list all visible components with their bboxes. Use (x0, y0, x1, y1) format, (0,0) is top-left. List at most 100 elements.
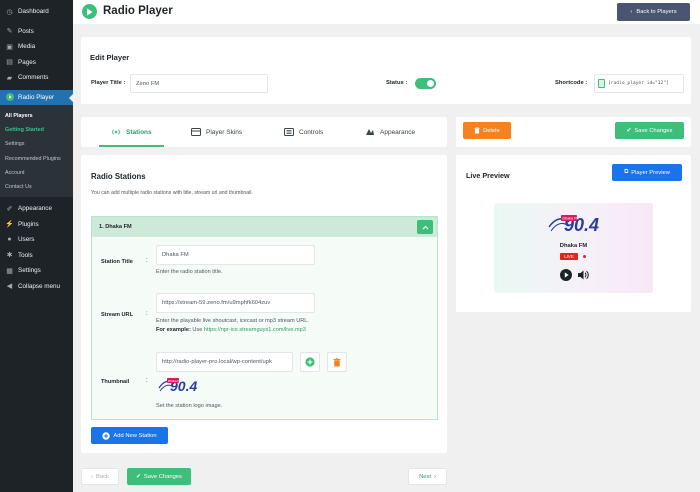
sidebar-item-posts[interactable]: ✎ Posts (0, 24, 73, 40)
comments-icon: ▰ (6, 74, 13, 82)
player-preview: 90.4 Dhaka FM Dhaka FM LIVE (494, 203, 653, 293)
colon: : (146, 258, 148, 264)
submenu-all-players[interactable]: All Players (0, 109, 73, 123)
settings-icon: ▦ (6, 267, 13, 275)
back-to-players-button[interactable]: ‹ Back to Players (617, 3, 690, 21)
live-badge: LIVE (560, 253, 578, 260)
stream-url-help: Enter the playable live shoutcast, iceca… (156, 318, 309, 324)
chevron-right-icon: › (433, 473, 436, 480)
chevron-left-icon: ‹ (630, 9, 633, 15)
sidebar-item-tools[interactable]: ✱ Tools (0, 248, 73, 264)
chevron-up-icon (422, 225, 428, 229)
sidebar-item-media[interactable]: ▣ Media (0, 39, 73, 55)
player-skins-icon (191, 128, 201, 136)
shortcode-field[interactable]: [radio_player id="12"] (594, 74, 684, 93)
play-icon (564, 272, 569, 278)
stream-url-example: For example: Use https://npr-ice.streamg… (156, 327, 306, 333)
check-icon: ✔ (626, 127, 632, 134)
volume-icon[interactable] (577, 269, 589, 281)
sidebar-item-dashboard[interactable]: ◷ Dashboard (0, 4, 73, 20)
submenu-settings[interactable]: Settings (0, 137, 73, 151)
copy-icon[interactable] (598, 79, 605, 88)
live-dot-icon (583, 255, 586, 258)
wrench-icon: ✱ (6, 252, 13, 260)
thumbnail-url-input[interactable]: http://radio-player-pro.local/wp-content… (156, 352, 293, 372)
edit-player-card: Edit Player Player Title : Zeno FM Statu… (81, 37, 691, 104)
tab-appearance[interactable]: Appearance (365, 117, 415, 147)
appearance-icon (366, 129, 374, 135)
sidebar-item-pages[interactable]: ▤ Pages (0, 55, 73, 71)
player-title-input[interactable]: Zeno FM (130, 74, 268, 93)
sidebar-item-appearance[interactable]: ✐ Appearance (0, 201, 73, 217)
status-toggle[interactable] (415, 78, 436, 89)
edit-player-heading: Edit Player (90, 53, 130, 62)
controls-icon (284, 128, 294, 136)
plugin-icon: ⚡ (5, 221, 14, 229)
station-logo: 90.4 Dhaka FM (546, 212, 602, 238)
sidebar-item-settings[interactable]: ▦ Settings (0, 263, 73, 279)
sidebar-item-comments[interactable]: ▰ Comments (0, 70, 73, 86)
sidebar-item-radio-player[interactable]: Radio Player (0, 89, 73, 105)
radio-player-submenu: All Players Getting Started Settings Rec… (0, 105, 73, 198)
station-header[interactable]: 1. Dhaka FM (92, 217, 437, 237)
trash-icon (474, 127, 480, 134)
example-stream-link[interactable]: https://npr-ice.streamguys1.com/live.mp3 (204, 327, 306, 333)
thumbnail-help: Set the station logo image. (156, 403, 223, 409)
pin-icon: ✎ (6, 28, 13, 36)
thumbnail-label: Thumbnail (101, 379, 130, 385)
colon: : (146, 311, 148, 317)
save-changes-button-bottom[interactable]: ✔ Save Changes (127, 468, 191, 485)
settings-tabs: Stations Player Skins Controls Appearanc… (81, 117, 447, 147)
logo-badge-text: Dhaka FM (563, 217, 580, 221)
radio-stations-description: You can add multiple radio stations with… (91, 190, 253, 196)
shortcode-label: Shortcode : (555, 80, 588, 86)
live-preview-heading: Live Preview (466, 171, 510, 180)
colon: : (146, 378, 148, 384)
media-icon: ▣ (6, 43, 13, 51)
submenu-recommended-plugins[interactable]: Recommended Plugins (0, 152, 73, 166)
station-logo-thumbnail: 90.4 Dhaka FM (156, 375, 198, 397)
add-new-station-button[interactable]: Add New Station (91, 427, 168, 444)
plugin-header: Radio Player ‹ Back to Players (73, 0, 700, 24)
station-title-label: Station Title (101, 259, 133, 265)
stream-url-label: Stream URL (101, 312, 134, 318)
plus-circle-icon (102, 431, 111, 440)
remove-thumbnail-button[interactable] (327, 352, 347, 372)
station-title-input[interactable]: Dhaka FM (156, 245, 315, 265)
radio-player-logo-icon (82, 4, 97, 19)
tab-stations[interactable]: Stations (99, 117, 164, 147)
player-title-label: Player Title : (91, 80, 126, 86)
radio-player-icon (5, 93, 14, 102)
tab-controls[interactable]: Controls (284, 117, 323, 147)
play-button[interactable] (560, 269, 572, 281)
sidebar-item-plugins[interactable]: ⚡ Plugins (0, 217, 73, 233)
collapse-icon: ◀ (6, 283, 13, 291)
next-button[interactable]: Next › (408, 468, 447, 485)
delete-button[interactable]: Delete (463, 122, 511, 139)
station-title-help: Enter the radio station title. (156, 269, 223, 275)
dashboard-icon: ◷ (6, 8, 13, 16)
live-preview-card: Live Preview ⧉ Player Preview 90.4 Dhaka… (456, 155, 691, 312)
check-icon: ✔ (136, 473, 141, 480)
plus-circle-icon (305, 357, 315, 367)
radio-stations-heading: Radio Stations (91, 172, 146, 181)
submenu-contact-us[interactable]: Contact Us (0, 180, 73, 194)
submenu-getting-started[interactable]: Getting Started (0, 123, 73, 137)
tab-player-skins[interactable]: Player Skins (191, 117, 242, 147)
external-link-icon: ⧉ (624, 169, 629, 175)
sidebar-item-users[interactable]: ● Users (0, 232, 73, 248)
stream-url-input[interactable]: https://stream-59.zeno.fm/u9mphfk604zuv (156, 293, 315, 313)
collapse-station-button[interactable] (417, 220, 433, 234)
users-icon: ● (7, 236, 12, 244)
logo-badge-text: Dhaka FM (168, 379, 182, 383)
back-button[interactable]: ‹ Back (81, 468, 119, 485)
submenu-account[interactable]: Account (0, 166, 73, 180)
save-changes-button-top[interactable]: ✔ Save Changes (615, 122, 684, 139)
page-title: Radio Player (103, 5, 173, 17)
sidebar-item-collapse[interactable]: ◀ Collapse menu (0, 279, 73, 295)
pages-icon: ▤ (6, 59, 13, 67)
status-label: Status : (386, 80, 408, 86)
upload-thumbnail-button[interactable] (300, 352, 320, 372)
player-preview-button[interactable]: ⧉ Player Preview (612, 164, 682, 181)
admin-sidebar: ◷ Dashboard ✎ Posts ▣ Media ▤ Pages ▰ Comment… (0, 0, 73, 492)
